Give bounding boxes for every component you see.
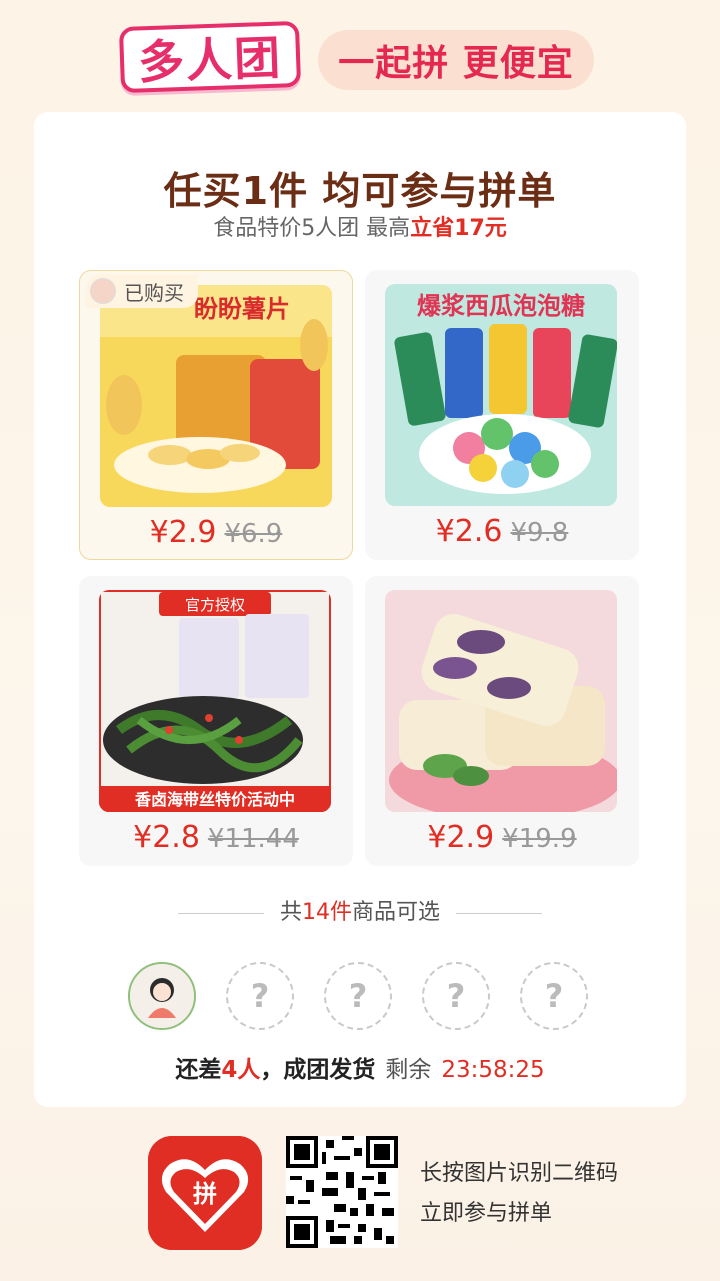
product-image-bread[interactable] — [385, 590, 617, 812]
count-suffix: 商品可选 — [352, 900, 441, 925]
heart-logo-icon: 拼 — [148, 1136, 262, 1250]
group-buy-card: 任买1件 均可参与拼单 食品特价5人团 最高立省17元 盼盼薯片 已购买 ¥2.… — [34, 112, 686, 1107]
seaweed-name: 香卤海带丝特价活动中 — [134, 790, 295, 809]
product-card-bubblegum[interactable]: 爆浆西瓜泡泡糖 ¥2.6 ¥9.8 — [365, 270, 639, 560]
app-icon-text: 拼 — [193, 1180, 217, 1208]
page-title: 任买1件 均可参与拼单 — [163, 169, 557, 213]
qr-instruction-line2: 立即参与拼单 — [420, 1201, 553, 1226]
item-count-row: 共14件商品可选 — [34, 894, 686, 926]
pinduoduo-app-icon: 拼 — [148, 1136, 262, 1250]
avatar-illustration — [130, 964, 194, 1028]
seaweed-image: 官方授权 香卤海带丝特价活动中 — [99, 590, 331, 812]
original-price: ¥19.9 — [502, 824, 577, 854]
subtitle: 食品特价5人团 最高立省17元 — [34, 210, 686, 242]
qr-instructions: 长按图片识别二维码 立即参与拼单 — [420, 1154, 618, 1234]
group-price: ¥2.6 — [435, 514, 503, 549]
chips-name: 盼盼薯片 — [194, 295, 290, 323]
product-image-chips[interactable]: 盼盼薯片 — [100, 285, 332, 507]
product-image-seaweed[interactable]: 官方授权 香卤海带丝特价活动中 — [99, 590, 331, 812]
empty-slot: ? — [324, 962, 392, 1030]
group-members: ? ? ? ? — [128, 962, 598, 1032]
price-row: ¥2.8 ¥11.44 — [79, 820, 353, 855]
qr-code-image — [286, 1136, 398, 1248]
empty-slot: ? — [520, 962, 588, 1030]
product-card-seaweed[interactable]: 官方授权 香卤海带丝特价活动中 ¥2.8 ¥11.44 — [79, 576, 353, 866]
group-price: ¥2.9 — [427, 820, 495, 855]
price-row: ¥2.6 ¥9.8 — [365, 514, 639, 549]
group-price: ¥2.9 — [149, 515, 217, 550]
group-price: ¥2.8 — [133, 820, 200, 855]
group-status: 还差4人，成团发货 剩余 23:58:25 — [34, 1050, 686, 1084]
bubblegum-image: 爆浆西瓜泡泡糖 — [385, 284, 617, 506]
authorized-badge: 官方授权 — [185, 596, 245, 614]
product-card-chips[interactable]: 盼盼薯片 已购买 ¥2.9 ¥6.9 — [79, 270, 353, 560]
bubblegum-name: 爆浆西瓜泡泡糖 — [417, 292, 585, 320]
bought-tag-label: 已购买 — [124, 280, 184, 305]
original-price: ¥6.9 — [224, 519, 283, 549]
duorentuan-logo: 多人团 — [118, 20, 302, 94]
buyer-avatar — [90, 278, 116, 304]
item-count: 14件 — [302, 900, 352, 925]
member-avatar — [128, 962, 196, 1030]
bought-tag: 已购买 — [86, 274, 198, 308]
logo-text: 多人团 — [137, 30, 284, 90]
chips-image: 盼盼薯片 — [100, 285, 332, 507]
countdown-timer: 23:58:25 — [441, 1057, 545, 1083]
subtitle-prefix: 食品特价5人团 最高 — [213, 216, 411, 241]
status-prefix: 还差 — [175, 1057, 222, 1083]
qr-code[interactable] — [286, 1136, 398, 1248]
divider-line — [177, 912, 264, 914]
original-price: ¥9.8 — [510, 518, 569, 548]
price-row: ¥2.9 ¥6.9 — [80, 515, 352, 550]
empty-slot: ? — [226, 962, 294, 1030]
status-suffix: ，成团发货 — [260, 1057, 376, 1083]
product-card-bread[interactable]: ¥2.9 ¥19.9 — [365, 576, 639, 866]
bread-image — [385, 590, 617, 812]
count-prefix: 共 — [279, 900, 302, 925]
subtitle-highlight: 立省17元 — [410, 216, 507, 241]
qr-instruction-line1: 长按图片识别二维码 — [420, 1161, 619, 1186]
product-image-bubblegum[interactable]: 爆浆西瓜泡泡糖 — [385, 284, 617, 506]
members-needed: 4人 — [221, 1057, 261, 1083]
header: 多人团 一起拼 更便宜 — [0, 0, 720, 110]
divider-line — [456, 912, 543, 914]
remain-label: 剩余 — [385, 1057, 432, 1083]
original-price: ¥11.44 — [207, 824, 299, 854]
empty-slot: ? — [422, 962, 490, 1030]
slogan-pill: 一起拼 更便宜 — [318, 30, 594, 90]
product-grid: 盼盼薯片 已购买 ¥2.9 ¥6.9 爆浆西瓜泡泡糖 ¥2.6 ¥9.8 官方授… — [79, 270, 641, 866]
price-row: ¥2.9 ¥19.9 — [365, 820, 639, 855]
